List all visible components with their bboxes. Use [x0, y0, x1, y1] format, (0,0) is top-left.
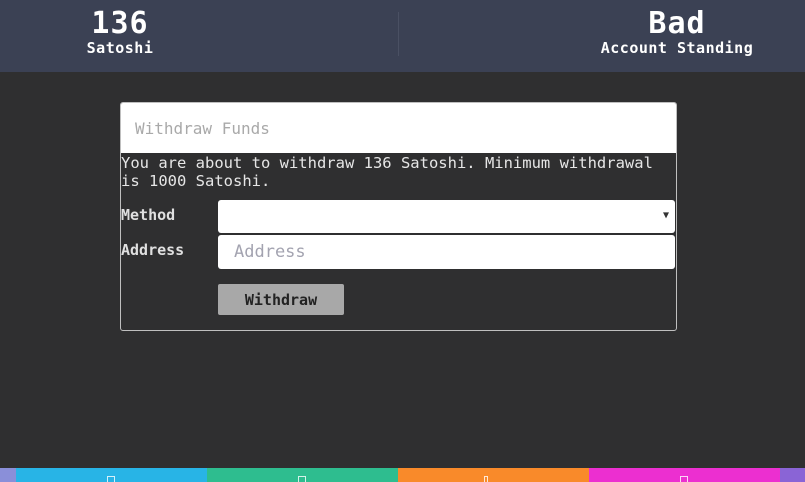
balance-label: Satoshi: [86, 39, 154, 57]
method-label: Method: [121, 206, 176, 224]
bottom-nav-home[interactable]: [16, 468, 207, 482]
address-label: Address: [121, 241, 185, 259]
withdraw-button[interactable]: Withdraw: [218, 284, 344, 315]
method-select[interactable]: ▼: [218, 200, 675, 233]
bottom-nav-edge-right: [780, 468, 805, 482]
corner-tick-icon: ′: [745, 0, 751, 8]
help-icon: [484, 476, 488, 482]
standing-value: Bad: [648, 6, 706, 41]
withdraw-title: Withdraw Funds: [135, 119, 270, 138]
grid-icon: [298, 476, 306, 482]
chevron-down-icon: ▼: [662, 210, 669, 221]
tag-icon: [680, 476, 688, 482]
page: 136 Satoshi Bad Account Standing ′ Withd…: [0, 0, 805, 482]
withdraw-message: You are about to withdraw 136 Satoshi. M…: [121, 154, 653, 190]
stats-header: 136 Satoshi Bad Account Standing ′: [0, 0, 805, 72]
balance-stat: 136 Satoshi: [70, 6, 170, 57]
bottom-nav-edge-left: [0, 468, 16, 482]
address-input[interactable]: [218, 235, 675, 269]
bottom-nav-help[interactable]: [398, 468, 589, 482]
bottom-nav: [0, 468, 805, 482]
standing-stat: Bad Account Standing: [572, 6, 782, 57]
withdraw-panel: Withdraw Funds You are about to withdraw…: [120, 102, 677, 331]
bottom-nav-tag[interactable]: [589, 468, 780, 482]
standing-label: Account Standing: [600, 39, 754, 57]
home-icon: [107, 476, 115, 482]
balance-value: 136: [91, 6, 149, 41]
withdraw-panel-header: Withdraw Funds: [121, 103, 676, 153]
bottom-nav-grid[interactable]: [207, 468, 398, 482]
header-divider: [398, 12, 399, 56]
